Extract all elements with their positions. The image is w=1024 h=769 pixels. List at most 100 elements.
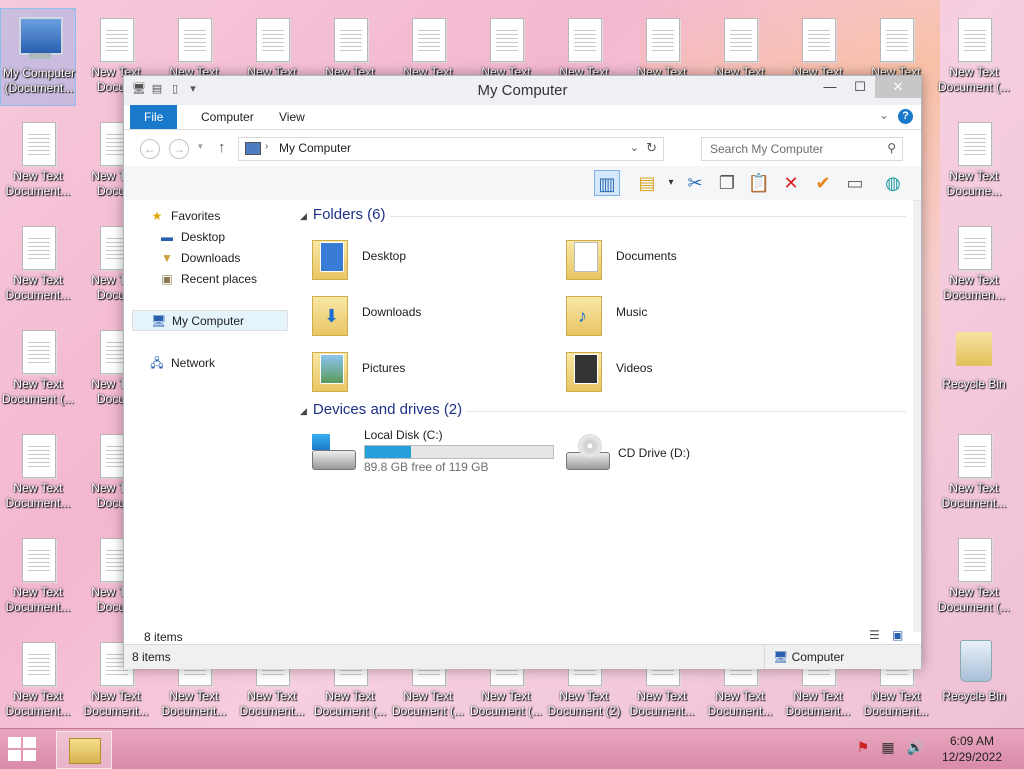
folder-videos[interactable]: Videos xyxy=(564,344,804,396)
network-icon[interactable]: ▦ xyxy=(881,739,894,756)
folder-downloads[interactable]: ⬇ Downloads xyxy=(310,288,550,340)
folder-name: Documents xyxy=(616,249,677,263)
desktop-icon-new-text[interactable]: New Text Document... xyxy=(0,112,76,210)
nav-network[interactable]: 🖧 Network xyxy=(124,353,290,374)
status-zone: 🖥 Computer xyxy=(764,645,844,669)
nav-favorites[interactable]: ★ Favorites xyxy=(124,206,290,227)
clock[interactable]: 6:09 AM 12/29/2022 xyxy=(942,733,1002,765)
status-item-count: 8 items xyxy=(132,650,171,664)
folder-documents[interactable]: Documents xyxy=(564,232,804,284)
text-document-icon xyxy=(22,642,56,686)
globe-icon[interactable]: ◍ xyxy=(880,170,906,196)
checkmark-icon[interactable]: ✔ xyxy=(810,170,836,196)
desktop-icon-label: New Text Document... xyxy=(5,585,71,614)
minimize-button[interactable]: — xyxy=(815,76,845,98)
nav-desktop[interactable]: ▬ Desktop xyxy=(124,227,290,248)
refresh-icon[interactable]: ↻ xyxy=(646,140,657,156)
copy-icon[interactable]: ❐ xyxy=(714,170,740,196)
folder-icon xyxy=(310,234,350,280)
folder-icon: ♪ xyxy=(564,290,604,336)
folder-music[interactable]: ♪ Music xyxy=(564,288,804,340)
chevron-down-icon[interactable]: ▾ xyxy=(658,170,684,196)
up-button[interactable]: ↑ xyxy=(218,139,226,156)
drive-cd-d[interactable]: CD Drive (D:) xyxy=(564,428,824,480)
start-button[interactable] xyxy=(8,737,38,761)
maximize-button[interactable]: ☐ xyxy=(845,76,875,98)
address-bar[interactable]: › My Computer ⌄ ↻ xyxy=(238,137,664,161)
folder-pictures[interactable]: Pictures xyxy=(310,344,550,396)
desktop-icon-my-computer[interactable]: My Computer (Document... xyxy=(0,8,76,106)
help-button[interactable]: ? xyxy=(898,109,913,124)
text-document-icon xyxy=(100,18,134,62)
content-pane: ◢ Folders (6) Desktop Documents ⬇ Downloa… xyxy=(290,200,913,632)
rename-icon[interactable]: ▭ xyxy=(842,170,868,196)
clock-date: 12/29/2022 xyxy=(941,750,1002,764)
preview-pane-icon[interactable]: ▥ xyxy=(594,170,620,196)
desktop-icon-label: New Text Document... xyxy=(707,689,773,718)
command-toolbar: ▥ ▤ ▾ ✂ ❐ 📋 ✕ ✔ ▭ ◍ xyxy=(124,166,921,201)
group-title: Folders (6) xyxy=(312,206,386,223)
desktop-icon-recycle-bin[interactable]: Recycle Bin xyxy=(936,320,1012,418)
folder-icon xyxy=(69,738,101,764)
desktop-icon-label: New Text Document... xyxy=(785,689,851,718)
details-view-icon[interactable]: ☰ xyxy=(869,628,880,642)
taskbar-file-explorer[interactable] xyxy=(56,731,112,769)
back-button[interactable]: ← xyxy=(140,139,160,159)
tab-file[interactable]: File xyxy=(130,105,178,129)
search-icon[interactable]: ⚲ xyxy=(887,141,896,155)
volume-icon[interactable]: 🔊 xyxy=(907,739,924,756)
desktop-icon-new-text[interactable]: New Text Document (... xyxy=(936,528,1012,626)
desktop-icon-new-text[interactable]: New Text Document... xyxy=(0,528,76,626)
nav-my-computer[interactable]: 🖥 My Computer xyxy=(132,310,288,331)
properties-icon[interactable]: ▤ xyxy=(634,170,660,196)
folder-icon: ⬇ xyxy=(310,290,350,336)
delete-icon[interactable]: ✕ xyxy=(778,170,804,196)
desktop-icon-label: New Text Document (... xyxy=(313,689,387,718)
drive-local-disk-c[interactable]: Local Disk (C:) 89.8 GB free of 119 GB xyxy=(310,428,570,480)
desktop-icon-label: New Text Document (... xyxy=(391,689,465,718)
desktop-icon-new-text[interactable]: New Text Document... xyxy=(0,216,76,314)
desktop-icon-recycle-bin[interactable]: Recycle Bin xyxy=(936,632,1012,730)
forward-button[interactable]: → xyxy=(169,139,189,159)
desktop-icon-new-text[interactable]: New Text Documen... xyxy=(936,216,1012,314)
nav-downloads-label: Downloads xyxy=(181,251,241,265)
hard-drive-icon xyxy=(310,434,356,472)
group-header-folders[interactable]: ◢ Folders (6) xyxy=(300,206,385,223)
text-document-icon xyxy=(646,18,680,62)
breadcrumb[interactable]: My Computer xyxy=(279,141,351,155)
desktop-icon-new-text[interactable]: New Text Document (... xyxy=(936,8,1012,106)
large-icons-view-icon[interactable]: ▣ xyxy=(892,628,903,642)
group-header-devices[interactable]: ◢ Devices and drives (2) xyxy=(300,401,462,418)
group-divider xyxy=(390,216,906,217)
status-bar: 8 items 🖥 Computer xyxy=(124,644,921,669)
desktop-icon-label: New Text Document (... xyxy=(937,65,1011,94)
desktop-icon-new-text[interactable]: New Text Docume... xyxy=(936,112,1012,210)
desktop-icon-new-text[interactable]: New Text Document... xyxy=(936,424,1012,522)
chevron-down-icon[interactable]: ⌄ xyxy=(630,141,639,154)
nav-recent-places[interactable]: ▣ Recent places xyxy=(124,269,290,290)
group-title: Devices and drives (2) xyxy=(312,401,463,418)
cut-icon[interactable]: ✂ xyxy=(682,170,708,196)
desktop-icon-label: New Text Docume... xyxy=(946,169,1002,198)
folder-icon xyxy=(564,234,604,280)
network-icon: 🖧 xyxy=(150,356,164,370)
close-button[interactable]: ✕ xyxy=(875,76,921,98)
tab-computer[interactable]: Computer xyxy=(187,105,268,129)
text-document-icon xyxy=(958,538,992,582)
tab-view[interactable]: View xyxy=(265,105,319,129)
recent-locations-icon[interactable]: ▾ xyxy=(198,141,203,152)
nav-downloads[interactable]: ▼ Downloads xyxy=(124,248,290,269)
paste-icon[interactable]: 📋 xyxy=(746,170,772,196)
ribbon-expand-icon[interactable]: ⌄ xyxy=(879,108,889,122)
system-tray: ⚑ ▦ 🔊 xyxy=(857,739,924,756)
text-document-icon xyxy=(568,18,602,62)
search-input[interactable]: Search My Computer ⚲ xyxy=(701,137,903,161)
action-center-icon[interactable]: ⚑ xyxy=(857,739,870,756)
downloads-icon: ▼ xyxy=(161,251,173,265)
desktop-icon-new-text[interactable]: New Text Document... xyxy=(0,632,76,730)
title-bar[interactable]: 🖥 ▤ ▯ ▾ My Computer — ☐ ✕ xyxy=(124,76,921,105)
star-icon: ★ xyxy=(151,209,163,223)
desktop-icon-new-text[interactable]: New Text Document (... xyxy=(0,320,76,418)
folder-desktop[interactable]: Desktop xyxy=(310,232,550,284)
desktop-icon-new-text[interactable]: New Text Document... xyxy=(0,424,76,522)
